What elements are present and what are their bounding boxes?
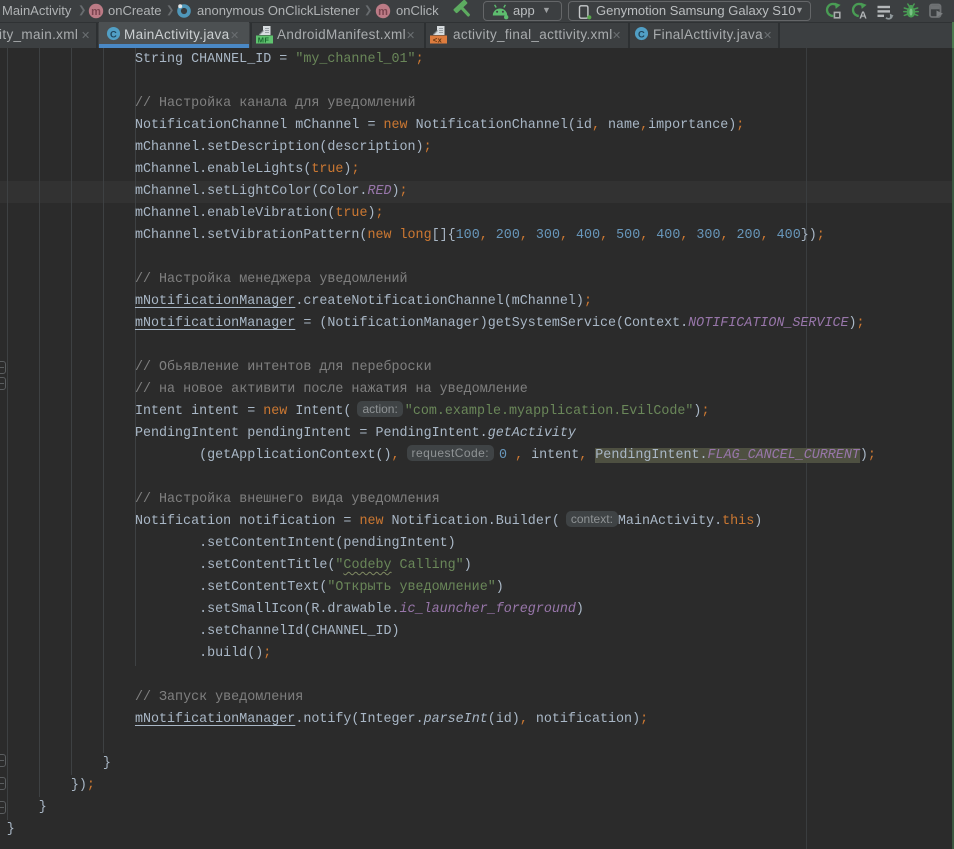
svg-text:m: m [378, 6, 388, 18]
svg-text:m: m [91, 6, 101, 18]
svg-text:C: C [110, 29, 117, 39]
svg-text:<x: <x [433, 35, 443, 44]
svg-text:C: C [638, 29, 645, 39]
svg-text:A: A [859, 10, 867, 20]
svg-text:MF: MF [258, 35, 270, 44]
